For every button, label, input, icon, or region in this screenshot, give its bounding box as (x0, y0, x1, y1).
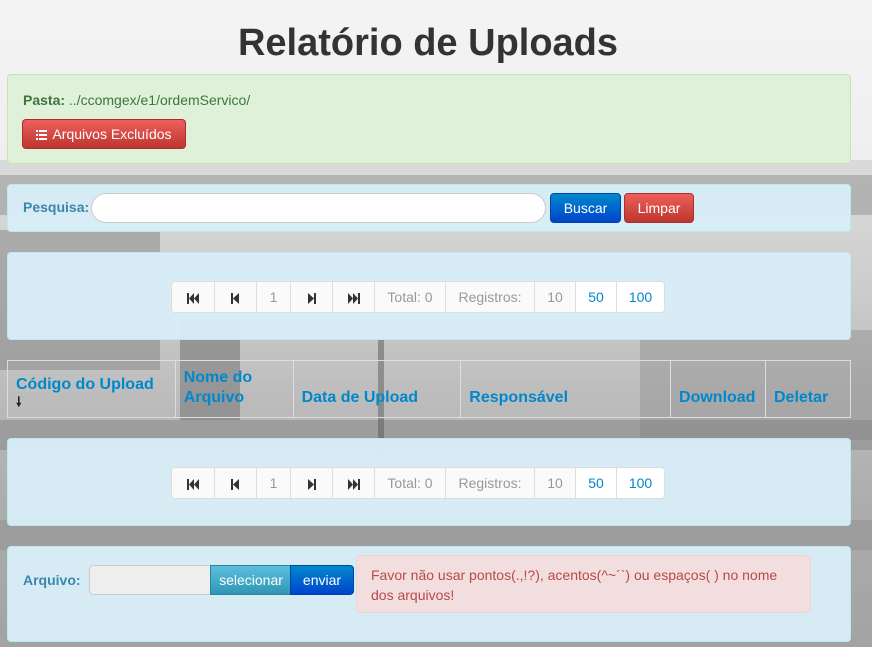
page-size-50[interactable]: 50 (575, 282, 616, 312)
previous-page-icon (231, 478, 239, 490)
previous-page-icon (231, 292, 239, 304)
page-title: Relatório de Uploads (237, 22, 619, 64)
page-size-50[interactable]: 50 (575, 468, 616, 498)
next-page-icon (308, 292, 316, 304)
column-header-file-name[interactable]: Nome do Arquivo (174, 360, 294, 418)
search-panel: Pesquisa: Buscar Limpar (7, 184, 851, 232)
column-label: Deletar (774, 389, 829, 406)
search-input[interactable] (91, 193, 546, 223)
search-label: Pesquisa: (23, 199, 90, 215)
records-label: Registros: (445, 468, 534, 498)
pagination-panel-top: 1 Total: 0 Registros: 10 50 100 (7, 252, 851, 340)
page-size-10[interactable]: 10 (534, 468, 575, 498)
column-label: Código do Upload (16, 376, 154, 393)
records-label: Registros: (445, 282, 534, 312)
column-label: Nome do Arquivo (183, 369, 253, 406)
list-icon (36, 130, 48, 140)
previous-page-button[interactable] (214, 282, 256, 312)
current-page[interactable]: 1 (256, 468, 290, 498)
first-page-button[interactable] (172, 282, 214, 312)
pagination-top: 1 Total: 0 Registros: 10 50 100 (171, 281, 665, 313)
send-file-button[interactable]: enviar (290, 565, 354, 595)
uploads-table: Código do Upload 🠗 Nome do Arquivo Data … (7, 360, 851, 418)
last-page-button[interactable] (332, 282, 374, 312)
first-page-icon (186, 478, 199, 490)
next-page-icon (308, 478, 316, 490)
select-file-button[interactable]: selecionar (210, 565, 292, 595)
deleted-files-button[interactable]: Arquivos Excluídos (22, 119, 186, 149)
column-header-delete[interactable]: Deletar (765, 360, 851, 418)
page-size-10[interactable]: 10 (534, 282, 575, 312)
column-label: Data de Upload (301, 389, 419, 406)
folder-label: Pasta: (23, 92, 66, 108)
column-header-upload-code[interactable]: Código do Upload 🠗 (7, 360, 176, 418)
folder-panel: Pasta: ../ccomgex/e1/ordemServico/ Arqui… (7, 74, 851, 164)
search-button[interactable]: Buscar (550, 193, 621, 223)
page-size-100[interactable]: 100 (616, 282, 664, 312)
current-page[interactable]: 1 (256, 282, 290, 312)
first-page-icon (186, 292, 199, 304)
next-page-button[interactable] (290, 282, 332, 312)
page-size-100[interactable]: 100 (616, 468, 664, 498)
pagination-bottom: 1 Total: 0 Registros: 10 50 100 (171, 467, 665, 499)
file-label: Arquivo: (23, 572, 81, 588)
column-label: Download (679, 389, 756, 406)
previous-page-button[interactable] (214, 468, 256, 498)
column-label: Responsável (469, 389, 569, 406)
column-header-download[interactable]: Download (670, 360, 766, 418)
next-page-button[interactable] (290, 468, 332, 498)
column-header-upload-date[interactable]: Data de Upload (292, 360, 462, 418)
folder-path: ../ccomgex/e1/ordemServico/ (68, 92, 251, 108)
folder-info: Pasta: ../ccomgex/e1/ordemServico/ (23, 92, 250, 108)
last-page-icon (348, 478, 360, 490)
last-page-button[interactable] (332, 468, 374, 498)
clear-button[interactable]: Limpar (624, 193, 694, 223)
column-header-responsible[interactable]: Responsável (460, 360, 672, 418)
table-header-row: Código do Upload 🠗 Nome do Arquivo Data … (7, 360, 851, 418)
arrow-down-icon: 🠗 (16, 394, 22, 409)
deleted-files-label: Arquivos Excluídos (52, 126, 172, 142)
filename-warning-alert: Favor não usar pontos(.,!?), acentos(^~´… (356, 555, 811, 613)
total-count: Total: 0 (374, 282, 445, 312)
pagination-panel-bottom: 1 Total: 0 Registros: 10 50 100 (7, 438, 851, 526)
last-page-icon (348, 292, 360, 304)
total-count: Total: 0 (374, 468, 445, 498)
file-path-display[interactable] (89, 565, 211, 595)
first-page-button[interactable] (172, 468, 214, 498)
upload-panel: Arquivo: selecionar enviar Favor não usa… (7, 546, 851, 642)
